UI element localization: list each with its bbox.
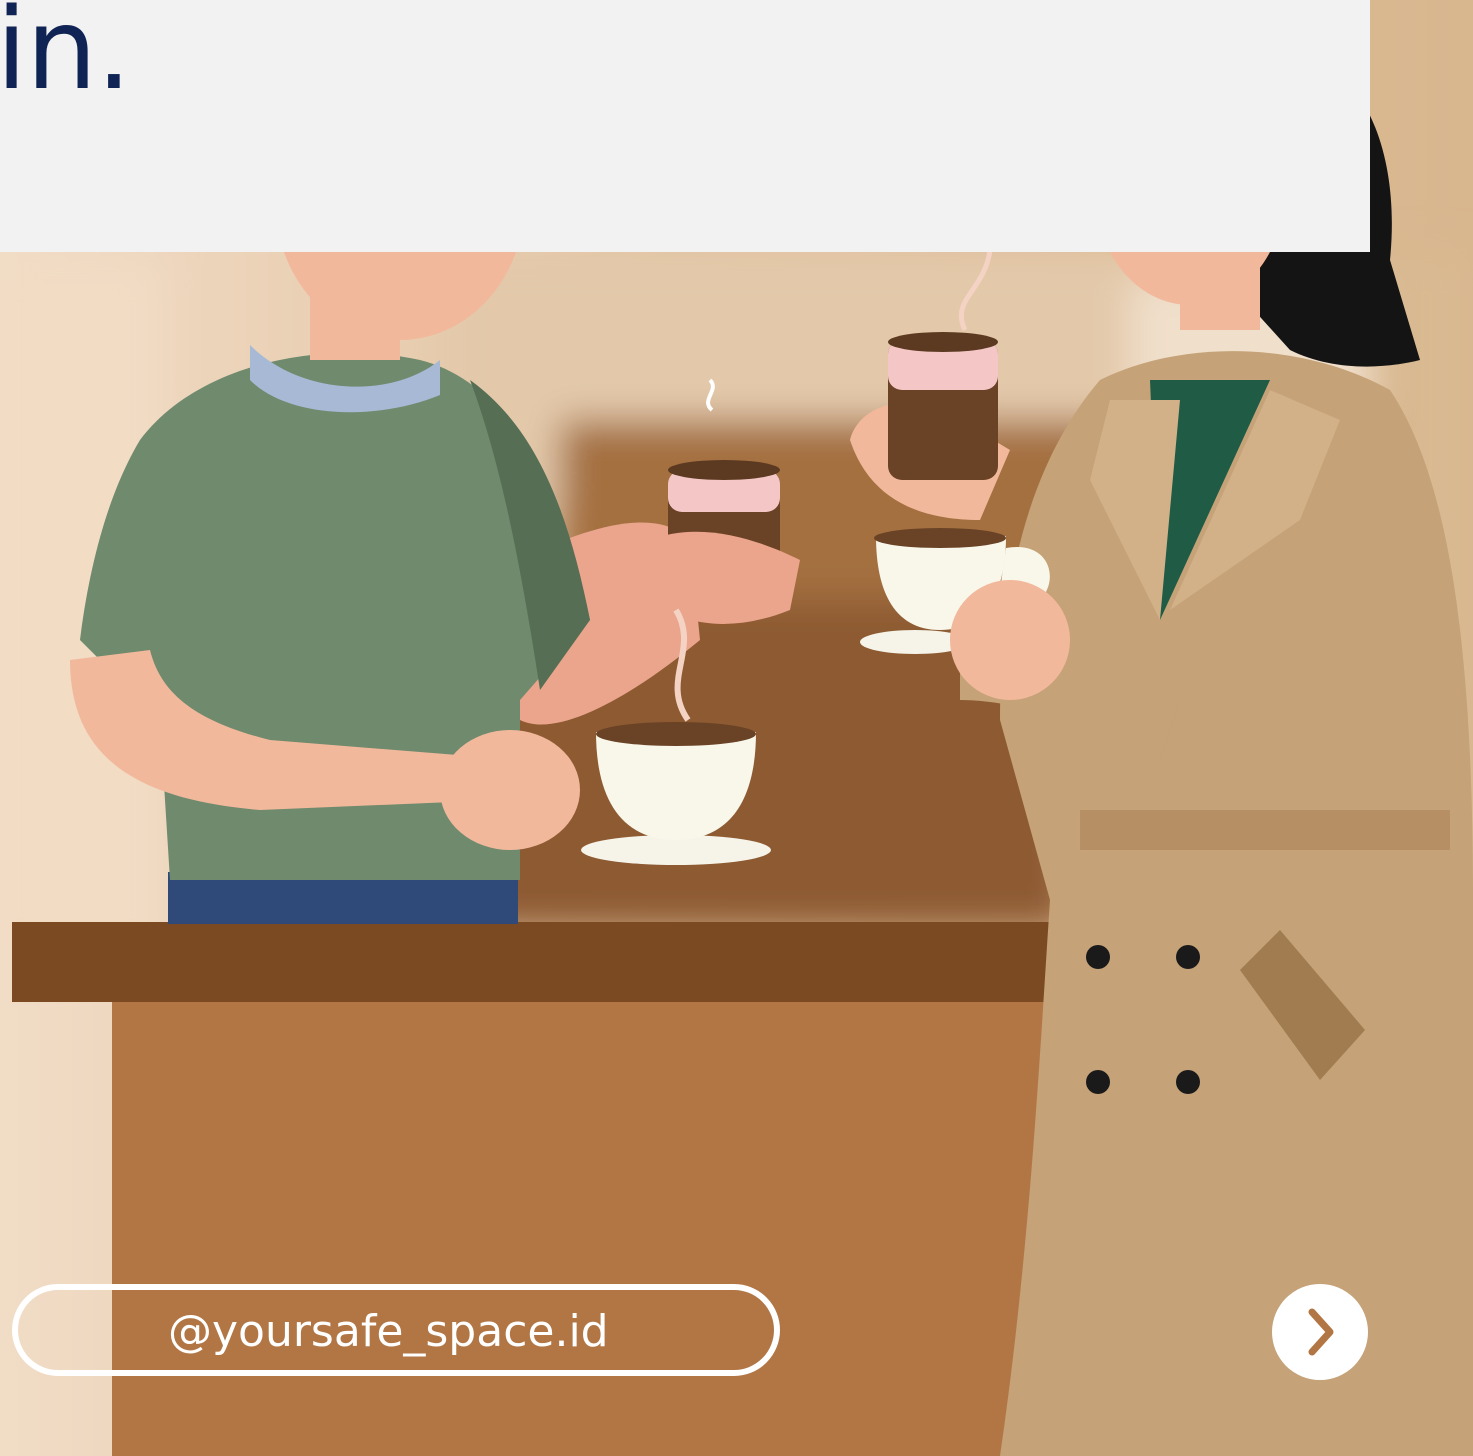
next-button[interactable] (1272, 1284, 1368, 1380)
banner-text: in. (0, 0, 132, 115)
chevron-right-icon (1308, 1308, 1334, 1356)
text-banner: in. (0, 0, 1370, 252)
social-handle: @yoursafe_space.id (168, 1306, 609, 1357)
social-handle-pill: @yoursafe_space.id (12, 1284, 780, 1376)
